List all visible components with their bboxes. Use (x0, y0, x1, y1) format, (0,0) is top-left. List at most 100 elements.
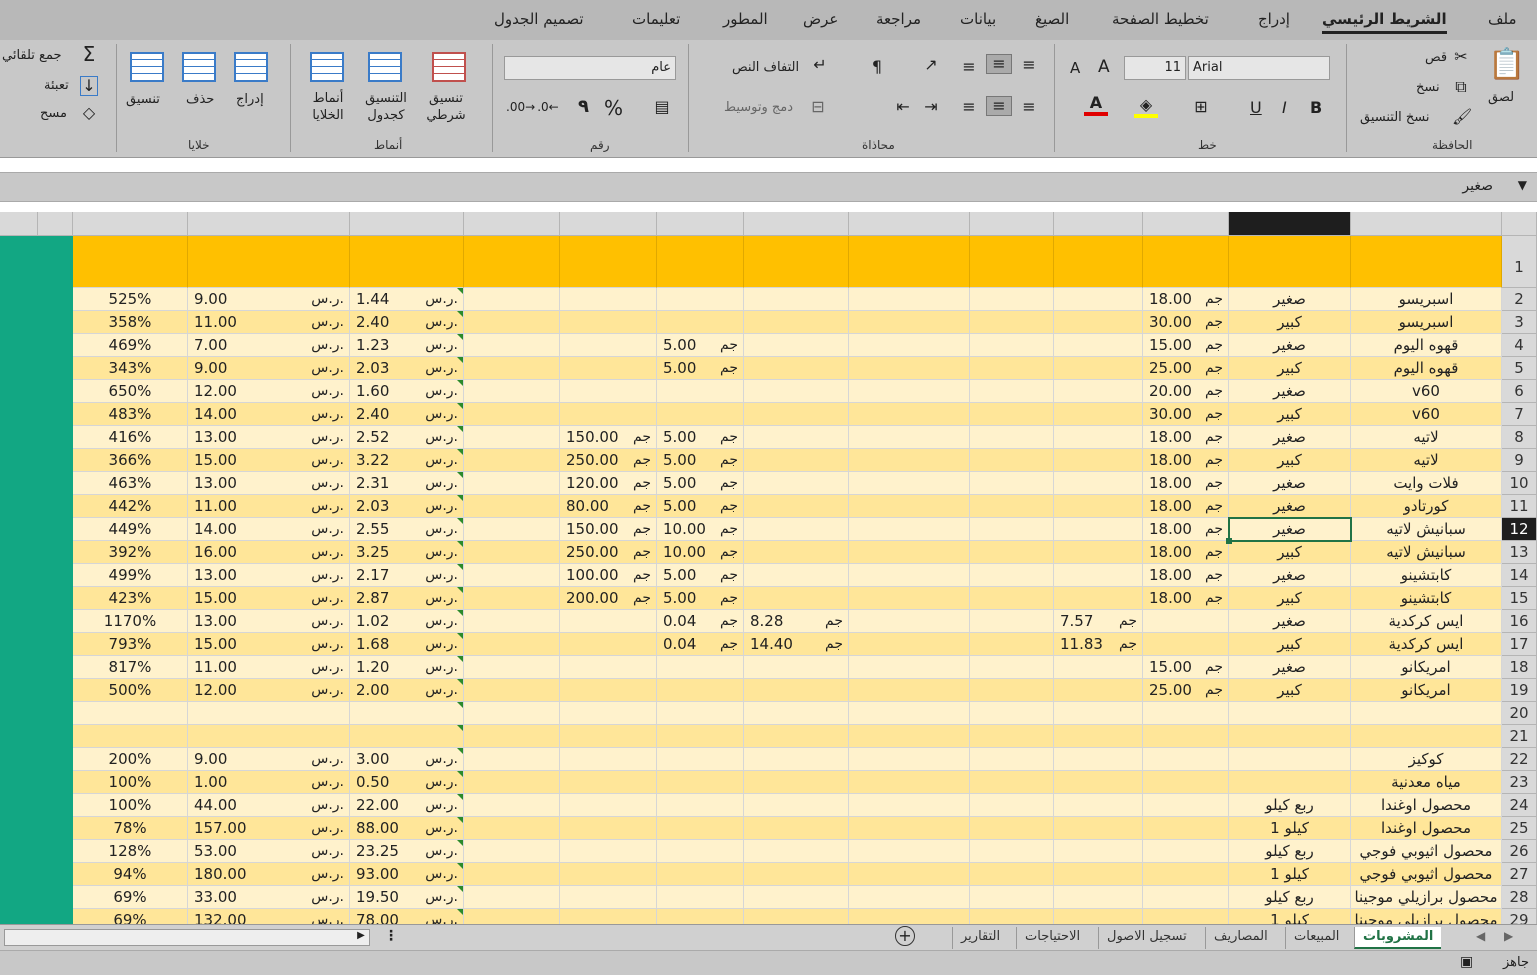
cell-g4[interactable] (744, 334, 849, 357)
cell-h29[interactable] (657, 909, 744, 924)
cell-f4[interactable] (849, 334, 970, 357)
cell-d24[interactable] (1054, 794, 1143, 817)
cell-i29[interactable] (560, 909, 657, 924)
cell-g16[interactable]: 8.28 جم (744, 610, 849, 633)
formula-input[interactable]: صغير (1462, 178, 1493, 194)
cell-k4[interactable]: 1.23 ر.س. (350, 334, 464, 357)
cell-b13[interactable]: كبير (1229, 541, 1351, 564)
sheet-tab[interactable]: المصاريف (1205, 927, 1276, 949)
more-options-icon[interactable]: ⋮ (384, 928, 398, 944)
cell-c24[interactable] (1143, 794, 1229, 817)
cell-l29[interactable]: 132.00 ر.س. (188, 909, 350, 924)
cell-b2[interactable]: صغير (1229, 288, 1351, 311)
cell-styles-button[interactable]: أنماط الخلايا (300, 90, 356, 124)
cell-i6[interactable] (560, 380, 657, 403)
cell-f26[interactable] (849, 840, 970, 863)
cell-i28[interactable] (560, 886, 657, 909)
cell-l18[interactable]: 11.00 ر.س. (188, 656, 350, 679)
cell-f10[interactable] (849, 472, 970, 495)
cell-e11[interactable] (970, 495, 1054, 518)
cell-a14[interactable]: كابتشينو (1351, 564, 1502, 587)
cell-j17[interactable] (464, 633, 560, 656)
cell-e16[interactable] (970, 610, 1054, 633)
cell-d29[interactable] (1054, 909, 1143, 924)
cell-c8[interactable]: 18.00 جم (1143, 426, 1229, 449)
cell-l25[interactable]: 157.00 ر.س. (188, 817, 350, 840)
cell-f18[interactable] (849, 656, 970, 679)
cell-f6[interactable] (849, 380, 970, 403)
header-cell-k[interactable] (350, 236, 464, 288)
cell-i24[interactable] (560, 794, 657, 817)
row-header[interactable]: 24 (1502, 794, 1537, 817)
cell-e2[interactable] (970, 288, 1054, 311)
number-format-box[interactable]: عام (504, 56, 676, 80)
cell-i19[interactable] (560, 679, 657, 702)
cell-b26[interactable]: ربع كيلو (1229, 840, 1351, 863)
column-header-d[interactable] (1054, 212, 1143, 236)
cell-h27[interactable] (657, 863, 744, 886)
cell-a13[interactable]: سبانيش لاتيه (1351, 541, 1502, 564)
cell-a11[interactable]: كورتادو (1351, 495, 1502, 518)
comma-button[interactable]: ٩ (578, 96, 589, 117)
cell-c18[interactable]: 15.00 جم (1143, 656, 1229, 679)
cell-g7[interactable] (744, 403, 849, 426)
cell-m14[interactable]: 499% (73, 564, 188, 587)
column-header-g[interactable] (744, 212, 849, 236)
cell-a29[interactable]: محصول برازيلي موجينا (1351, 909, 1502, 924)
cell-i17[interactable] (560, 633, 657, 656)
header-cell-g[interactable] (744, 236, 849, 288)
column-header-c[interactable] (1143, 212, 1229, 236)
cell-m3[interactable]: 358% (73, 311, 188, 334)
cell-e10[interactable] (970, 472, 1054, 495)
cell-b3[interactable]: كبير (1229, 311, 1351, 334)
cell-d7[interactable] (1054, 403, 1143, 426)
cell-k14[interactable]: 2.17 ر.س. (350, 564, 464, 587)
cell-m22[interactable]: 200% (73, 748, 188, 771)
merge-center-button[interactable]: دمج وتوسيط (724, 100, 793, 115)
cell-i22[interactable] (560, 748, 657, 771)
cell-f22[interactable] (849, 748, 970, 771)
cell-e9[interactable] (970, 449, 1054, 472)
percent-button[interactable]: % (604, 96, 623, 120)
cell-b8[interactable]: صغير (1229, 426, 1351, 449)
cell-k8[interactable]: 2.52 ر.س. (350, 426, 464, 449)
row-header[interactable]: 13 (1502, 541, 1537, 564)
cell-k22[interactable]: 3.00 ر.س. (350, 748, 464, 771)
cell-d27[interactable] (1054, 863, 1143, 886)
cell-b28[interactable]: ربع كيلو (1229, 886, 1351, 909)
cell-l5[interactable]: 9.00 ر.س. (188, 357, 350, 380)
column-header-a[interactable] (1351, 212, 1502, 236)
cell-d26[interactable] (1054, 840, 1143, 863)
font-name-box[interactable]: Arial (1188, 56, 1330, 80)
paste-button[interactable]: لصق (1488, 90, 1514, 105)
cell-j27[interactable] (464, 863, 560, 886)
cell-c21[interactable] (1143, 725, 1229, 748)
cell-h23[interactable] (657, 771, 744, 794)
cell-f23[interactable] (849, 771, 970, 794)
cell-e18[interactable] (970, 656, 1054, 679)
cell-c14[interactable]: 18.00 جم (1143, 564, 1229, 587)
cell-i3[interactable] (560, 311, 657, 334)
cell-e7[interactable] (970, 403, 1054, 426)
cell-j11[interactable] (464, 495, 560, 518)
cell-m23[interactable]: 100% (73, 771, 188, 794)
cell-g11[interactable] (744, 495, 849, 518)
shrink-font-button[interactable]: A (1070, 59, 1080, 77)
cell-e27[interactable] (970, 863, 1054, 886)
cell-j25[interactable] (464, 817, 560, 840)
cell-h12[interactable]: 10.00 جم (657, 518, 744, 541)
cell-b7[interactable]: كبير (1229, 403, 1351, 426)
cell-g18[interactable] (744, 656, 849, 679)
cell-b9[interactable]: كبير (1229, 449, 1351, 472)
cell-b25[interactable]: كيلو 1 (1229, 817, 1351, 840)
cell-l27[interactable]: 180.00 ر.س. (188, 863, 350, 886)
cell-g27[interactable] (744, 863, 849, 886)
cell-a19[interactable]: امريكانو (1351, 679, 1502, 702)
cell-e13[interactable] (970, 541, 1054, 564)
cell-a8[interactable]: لاتيه (1351, 426, 1502, 449)
cell-l3[interactable]: 11.00 ر.س. (188, 311, 350, 334)
cell-k26[interactable]: 23.25 ر.س. (350, 840, 464, 863)
row-header[interactable]: 7 (1502, 403, 1537, 426)
cell-a15[interactable]: كابتشينو (1351, 587, 1502, 610)
copy-button[interactable]: نسخ (1416, 80, 1440, 95)
